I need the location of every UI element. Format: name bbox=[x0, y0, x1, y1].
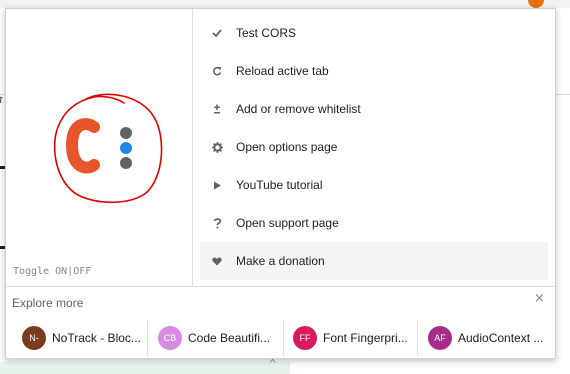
menu-item-label: Reload active tab bbox=[236, 64, 329, 78]
extension-name: Code Beautifi... bbox=[188, 331, 271, 345]
menu-item-youtube-tutorial[interactable]: YouTube tutorial bbox=[200, 166, 548, 204]
check-icon bbox=[208, 28, 226, 38]
extension-name: NoTrack - Bloc... bbox=[52, 331, 141, 345]
reload-icon bbox=[208, 66, 226, 76]
page-text-fragment: ז bbox=[0, 94, 3, 106]
menu-item-label: Open options page bbox=[236, 140, 338, 154]
toggle-label: Toggle ON|OFF bbox=[13, 266, 92, 277]
extension-link-notrack[interactable]: N- NoTrack - Bloc... bbox=[22, 320, 141, 356]
explore-extension-list: N- NoTrack - Bloc... CB Code Beautifi...… bbox=[6, 320, 555, 356]
menu-item-test-cors[interactable]: Test CORS bbox=[200, 14, 548, 52]
extension-avatar: CB bbox=[158, 326, 182, 350]
extension-avatar: N- bbox=[22, 326, 46, 350]
toggle-pane[interactable]: Toggle ON|OFF bbox=[6, 9, 192, 286]
section-divider bbox=[6, 286, 555, 287]
menu-item-label: Test CORS bbox=[236, 26, 297, 40]
extension-name: Font Fingerpri... bbox=[323, 331, 408, 345]
browser-toolbar-fragment bbox=[0, 0, 570, 8]
action-menu: Test CORS Reload active tab Add or remov… bbox=[193, 9, 555, 286]
menu-item-label: Open support page bbox=[236, 216, 339, 230]
cors-logo-icon[interactable] bbox=[46, 87, 170, 207]
menu-item-label: Add or remove whitelist bbox=[236, 102, 361, 116]
menu-item-label: YouTube tutorial bbox=[236, 178, 323, 192]
extension-link-code-beautifier[interactable]: CB Code Beautifi... bbox=[158, 320, 270, 356]
plus-minus-icon bbox=[208, 104, 226, 114]
menu-item-support[interactable]: Open support page bbox=[200, 204, 548, 242]
extension-separator bbox=[147, 320, 148, 356]
menu-item-whitelist[interactable]: Add or remove whitelist bbox=[200, 90, 548, 128]
play-icon bbox=[208, 181, 226, 190]
extension-name: AudioContext ... bbox=[458, 331, 544, 345]
extension-avatar: AF bbox=[428, 326, 452, 350]
menu-item-reload-tab[interactable]: Reload active tab bbox=[200, 52, 548, 90]
heart-icon bbox=[208, 257, 226, 266]
menu-item-donation[interactable]: Make a donation bbox=[200, 242, 548, 280]
gear-icon bbox=[208, 141, 226, 153]
menu-item-label: Make a donation bbox=[236, 254, 325, 268]
page-banner-fragment bbox=[0, 362, 290, 374]
close-icon[interactable]: × bbox=[534, 291, 545, 306]
extension-separator bbox=[417, 320, 418, 356]
explore-title: Explore more bbox=[12, 296, 84, 310]
extension-avatar: FF bbox=[293, 326, 317, 350]
extension-popup: Toggle ON|OFF Test CORS Reload active ta… bbox=[5, 8, 556, 359]
menu-item-options[interactable]: Open options page bbox=[200, 128, 548, 166]
page-divider-fragment bbox=[556, 94, 570, 95]
extension-link-font-fingerprint[interactable]: FF Font Fingerpri... bbox=[293, 320, 408, 356]
extension-separator bbox=[283, 320, 284, 356]
extension-link-audiocontext[interactable]: AF AudioContext ... bbox=[428, 320, 543, 356]
question-icon bbox=[208, 217, 226, 229]
